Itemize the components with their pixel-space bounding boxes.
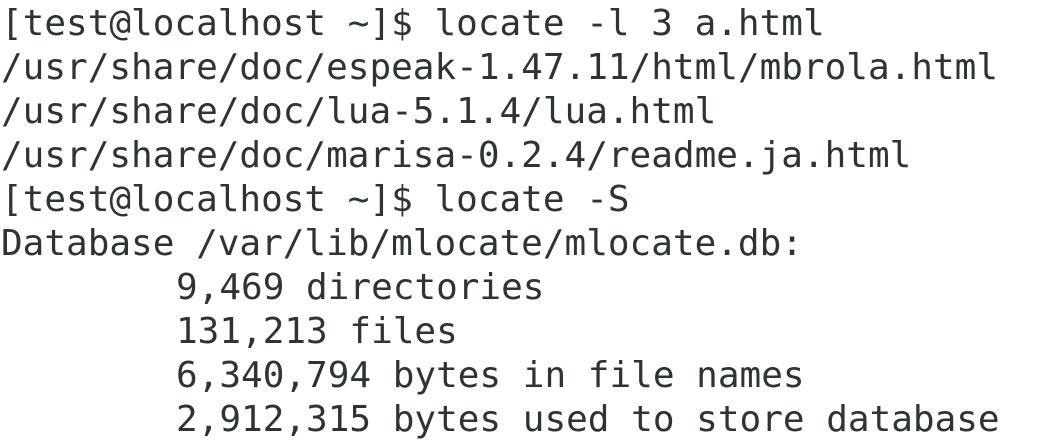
stat-line: 131,213 files <box>176 311 458 352</box>
stat-line: 9,469 directories <box>176 267 545 308</box>
output-line: /usr/share/doc/espeak-1.47.11/html/mbrol… <box>1 47 998 88</box>
output-line: Database /var/lib/mlocate/mlocate.db: <box>1 223 803 264</box>
terminal-window[interactable]: [test@localhost ~]$ locate -l 3 a.html /… <box>0 0 1037 445</box>
command-text: locate -S <box>434 179 630 220</box>
command-line: [test@localhost ~]$ locate -S <box>1 178 1037 222</box>
output-line: /usr/share/doc/marisa-0.2.4/readme.ja.ht… <box>1 135 912 176</box>
output-line: /usr/share/doc/lua-5.1.4/lua.html <box>1 91 717 132</box>
command-text: locate -l 3 a.html <box>434 3 825 44</box>
shell-prompt: [test@localhost ~]$ <box>1 179 435 220</box>
shell-prompt: [test@localhost ~]$ <box>1 3 435 44</box>
stat-line: 6,340,794 bytes in file names <box>176 355 805 396</box>
command-line: [test@localhost ~]$ locate -l 3 a.html <box>1 2 1037 46</box>
stat-line: 2,912,315 bytes used to store database <box>176 399 1000 440</box>
